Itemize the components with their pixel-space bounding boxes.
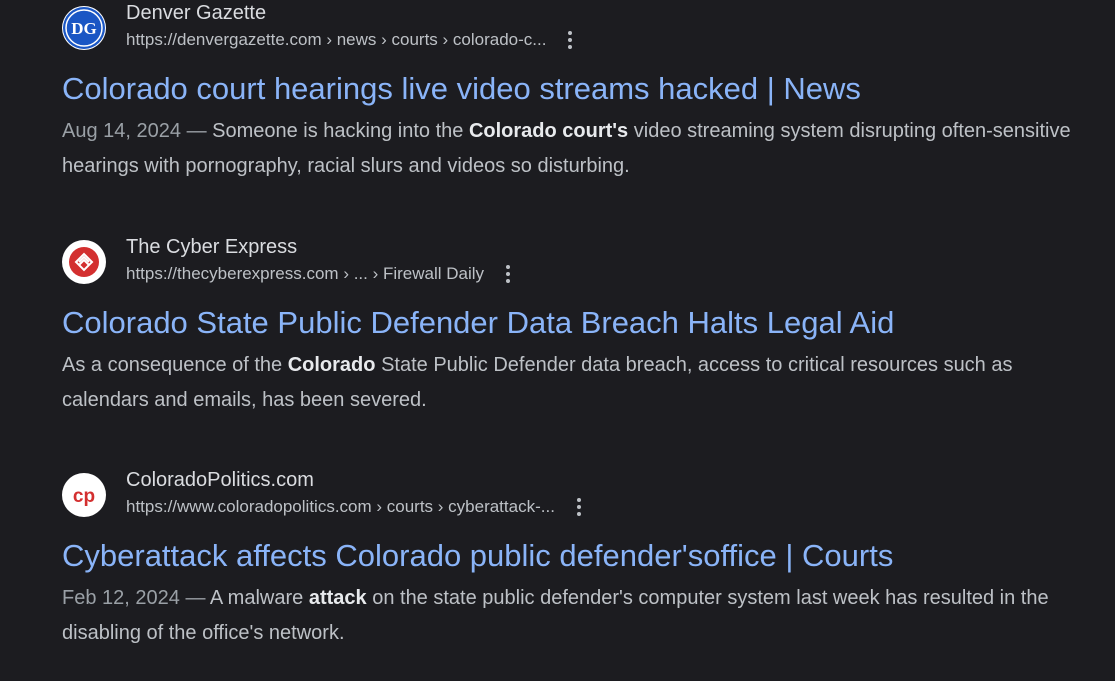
site-url: https://denvergazette.com › news › court… (126, 30, 547, 49)
denver-gazette-logo-icon: DG (62, 6, 106, 50)
result-title-link[interactable]: Colorado court hearings live video strea… (62, 70, 861, 108)
favicon-text: cp (73, 486, 95, 507)
snippet-text-pre: Someone is hacking into the (212, 120, 464, 142)
result-title-link[interactable]: Cyberattack affects Colorado public defe… (62, 537, 893, 575)
result-snippet: Aug 14, 2024 — Someone is hacking into t… (62, 114, 1072, 184)
site-url: https://thecyberexpress.com › ... › Fire… (126, 264, 485, 283)
cyber-express-logo-icon (62, 240, 106, 284)
result-snippet: Feb 12, 2024 — A malware attack on the s… (62, 581, 1072, 651)
search-results-page: DG Denver Gazette https://denvergazette.… (0, 0, 1115, 681)
site-info[interactable]: DG Denver Gazette https://denvergazette.… (62, 0, 576, 60)
more-options-icon[interactable] (573, 496, 585, 518)
snippet-highlight: Colorado (287, 354, 376, 376)
site-name: The Cyber Express (126, 236, 298, 258)
snippet-text-pre: A malware (209, 587, 304, 609)
more-options-icon[interactable] (564, 29, 576, 51)
result-date: Feb 12, 2024 (62, 587, 180, 609)
favicon-text: DG (71, 19, 97, 38)
result-title-link[interactable]: Colorado State Public Defender Data Brea… (62, 304, 894, 342)
site-name: Denver Gazette (126, 2, 267, 24)
date-separator: — (186, 120, 207, 142)
result-date: Aug 14, 2024 (62, 120, 181, 142)
site-name: ColoradoPolitics.com (126, 469, 314, 491)
colorado-politics-logo-icon: cp (62, 473, 106, 517)
more-options-icon[interactable] (502, 263, 514, 285)
site-info[interactable]: cp ColoradoPolitics.com https://www.colo… (62, 467, 585, 527)
snippet-highlight: Colorado court's (468, 120, 629, 142)
site-info[interactable]: The Cyber Express https://thecyberexpres… (62, 234, 514, 294)
date-separator: — (185, 587, 206, 609)
snippet-highlight: attack (308, 587, 367, 609)
result-snippet: As a consequence of the Colorado State P… (62, 348, 1072, 418)
snippet-text-pre: As a consequence of the (62, 354, 283, 376)
site-url: https://www.coloradopolitics.com › court… (126, 497, 555, 516)
